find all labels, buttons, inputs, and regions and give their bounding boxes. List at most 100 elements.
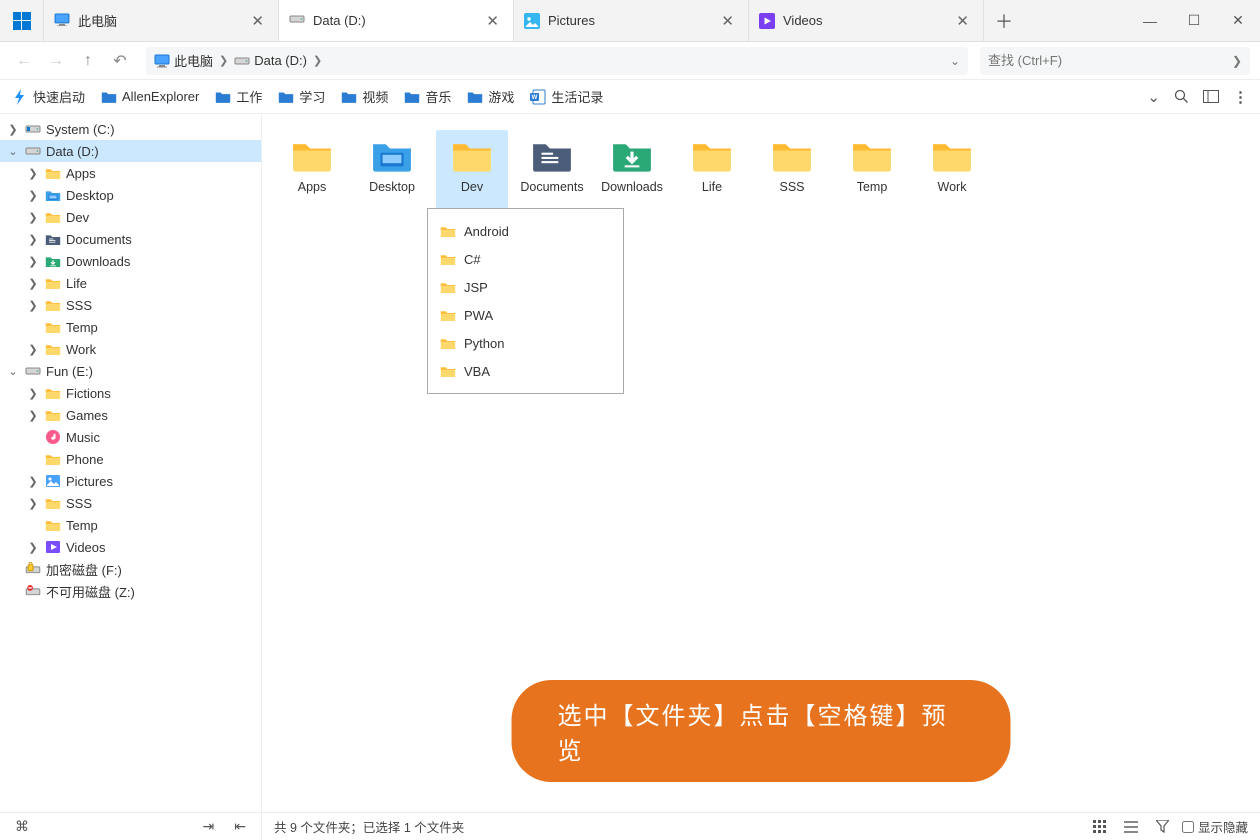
forward-button[interactable]: → [42, 47, 70, 75]
expand-icon[interactable]: ❯ [26, 541, 40, 554]
tree-item[interactable]: ❯ System (C:) [0, 118, 261, 140]
tree-item[interactable]: 加密磁盘 (F:) [0, 558, 261, 580]
bookmark-item[interactable]: 工作 [215, 87, 262, 106]
folder-item[interactable]: SSS [756, 130, 828, 210]
folder-item[interactable]: Desktop [356, 130, 428, 210]
bookmark-item[interactable]: 游戏 [467, 87, 514, 106]
tab-pictures[interactable]: Pictures ✕ [514, 0, 749, 41]
search-input[interactable] [988, 53, 1232, 68]
chevron-right-icon[interactable]: ❯ [1232, 54, 1242, 68]
maximize-button[interactable]: ☐ [1172, 0, 1216, 41]
tab-data-d-[interactable]: Data (D:) ✕ [279, 0, 514, 41]
preview-item[interactable]: PWA [428, 301, 623, 329]
tree-item[interactable]: ❯ Dev [0, 206, 261, 228]
bookmark-item[interactable]: W生活记录 [530, 87, 603, 106]
undo-button[interactable]: ↶ [106, 47, 134, 75]
expand-icon[interactable]: ❯ [26, 277, 40, 290]
filter-icon[interactable] [1151, 820, 1174, 833]
panel-icon[interactable] [1203, 90, 1219, 103]
tree-item[interactable]: Temp [0, 514, 261, 536]
tree-item[interactable]: ❯ Life [0, 272, 261, 294]
bookmark-item[interactable]: 学习 [278, 87, 325, 106]
preview-item[interactable]: VBA [428, 357, 623, 385]
tab-videos[interactable]: Videos ✕ [749, 0, 984, 41]
tree-item[interactable]: ❯ Games [0, 404, 261, 426]
tab-close-button[interactable]: ✕ [247, 12, 268, 30]
breadcrumb-item[interactable]: Data (D:) [234, 53, 307, 69]
folder-item[interactable]: Temp [836, 130, 908, 210]
start-button[interactable] [0, 0, 44, 41]
expand-icon[interactable]: ❯ [26, 497, 40, 510]
expand-icon[interactable]: ❯ [6, 123, 20, 136]
tree-item[interactable]: Temp [0, 316, 261, 338]
expand-icon[interactable]: ❯ [26, 167, 40, 180]
preview-item[interactable]: Android [428, 217, 623, 245]
bookmark-item[interactable]: 视频 [341, 87, 388, 106]
tree-item[interactable]: ❯ Videos [0, 536, 261, 558]
content-area[interactable]: Apps Desktop Dev Documents Downloads Lif… [262, 114, 1260, 812]
tree-item[interactable]: ❯ Documents [0, 228, 261, 250]
preview-item[interactable]: C# [428, 245, 623, 273]
tree-item[interactable]: ❯ Downloads [0, 250, 261, 272]
tree-item[interactable]: ⌄ Data (D:) [0, 140, 261, 162]
bookmark-item[interactable]: 音乐 [404, 87, 451, 106]
expand-icon[interactable]: ❯ [26, 255, 40, 268]
list-view-icon[interactable] [1119, 821, 1143, 833]
search-box[interactable]: ❯ [980, 47, 1250, 75]
folder-item[interactable]: Life [676, 130, 748, 210]
hotkey-icon[interactable]: ⌘ [10, 818, 34, 835]
back-button[interactable]: ← [10, 47, 38, 75]
more-icon[interactable]: ⋮ [1233, 88, 1248, 106]
show-hidden-toggle[interactable]: 显示隐藏 [1182, 817, 1248, 836]
quick-launch[interactable]: 快速启动 [12, 87, 85, 106]
folder-item[interactable]: Apps [276, 130, 348, 210]
expand-icon[interactable]: ❯ [26, 189, 40, 202]
grid-view-icon[interactable] [1088, 820, 1111, 833]
expand-icon[interactable]: ❯ [26, 409, 40, 422]
sidebar-tree[interactable]: ❯ System (C:)⌄ Data (D:)❯ Apps❯ Desktop❯… [0, 114, 262, 812]
tab--[interactable]: 此电脑 ✕ [44, 0, 279, 41]
expand-icon[interactable]: ⌄ [6, 145, 20, 158]
tree-item[interactable]: ❯ Fictions [0, 382, 261, 404]
new-tab-button[interactable]: ＋ [984, 0, 1024, 41]
tree-item[interactable]: ❯ Apps [0, 162, 261, 184]
tab-close-button[interactable]: ✕ [952, 12, 973, 30]
tree-item[interactable]: ❯ Desktop [0, 184, 261, 206]
tree-item[interactable]: ❯ Pictures [0, 470, 261, 492]
folder-item[interactable]: Downloads [596, 130, 668, 210]
minimize-button[interactable]: — [1128, 0, 1172, 41]
breadcrumb-dropdown[interactable]: ⌄ [950, 54, 960, 68]
tab-close-button[interactable]: ✕ [482, 12, 503, 30]
collapse-button[interactable]: ⌄ [1147, 88, 1160, 106]
folder-item[interactable]: Dev [436, 130, 508, 210]
tree-item[interactable]: ⌄ Fun (E:) [0, 360, 261, 382]
close-window-button[interactable]: ✕ [1216, 0, 1260, 41]
expand-icon[interactable]: ❯ [26, 475, 40, 488]
up-button[interactable]: ↑ [74, 47, 102, 75]
indent-left-icon[interactable]: ⇤ [229, 818, 251, 835]
indent-right-icon[interactable]: ⇥ [198, 818, 220, 835]
search-icon[interactable] [1174, 89, 1189, 104]
tree-item[interactable]: ❯ SSS [0, 294, 261, 316]
expand-icon[interactable]: ❯ [26, 343, 40, 356]
tree-item[interactable]: Phone [0, 448, 261, 470]
tab-label: 此电脑 [78, 11, 239, 30]
breadcrumb[interactable]: 此电脑 ❯ Data (D:) ❯ ⌄ [146, 47, 968, 75]
expand-icon[interactable]: ❯ [26, 233, 40, 246]
tree-item[interactable]: 不可用磁盘 (Z:) [0, 580, 261, 602]
tree-item[interactable]: ❯ Work [0, 338, 261, 360]
preview-item[interactable]: JSP [428, 273, 623, 301]
expand-icon[interactable]: ⌄ [6, 365, 20, 378]
folder-item[interactable]: Work [916, 130, 988, 210]
preview-item[interactable]: Python [428, 329, 623, 357]
bookmark-item[interactable]: AllenExplorer [101, 87, 199, 106]
breadcrumb-item[interactable]: 此电脑 [154, 51, 213, 70]
tab-close-button[interactable]: ✕ [717, 12, 738, 30]
expand-icon[interactable]: ❯ [26, 299, 40, 312]
tree-item[interactable]: Music [0, 426, 261, 448]
expand-icon[interactable]: ❯ [26, 387, 40, 400]
expand-icon[interactable]: ❯ [26, 211, 40, 224]
folder-item[interactable]: Documents [516, 130, 588, 210]
tree-item[interactable]: ❯ SSS [0, 492, 261, 514]
show-hidden-checkbox[interactable] [1182, 821, 1194, 833]
